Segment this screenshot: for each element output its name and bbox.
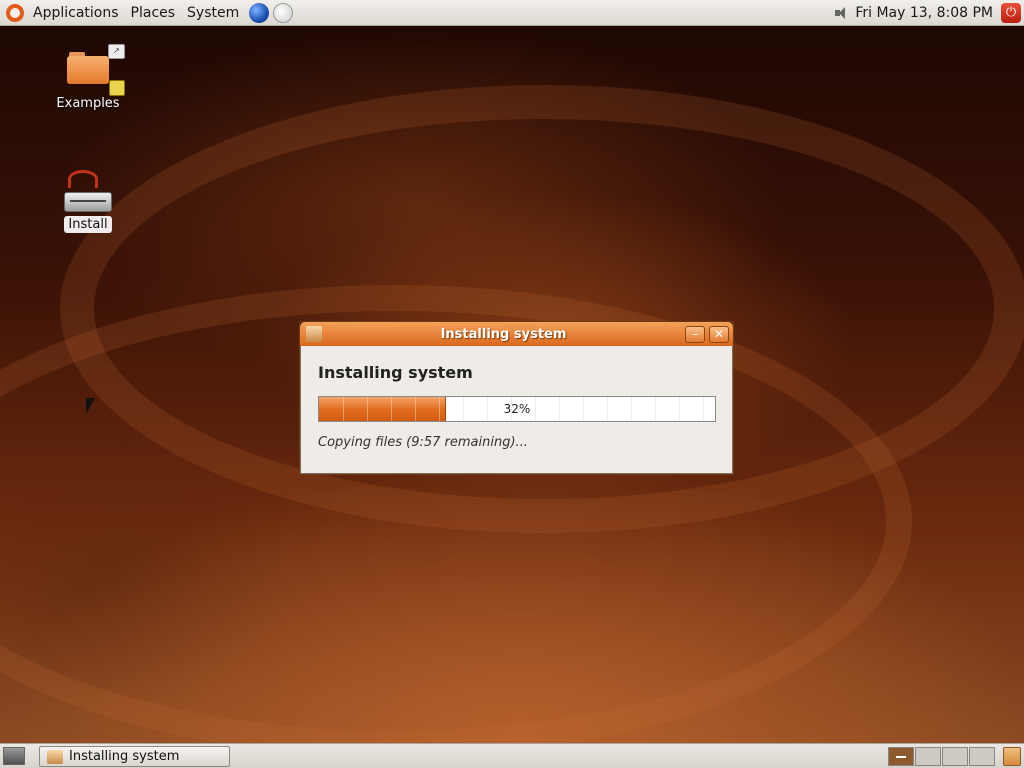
menu-system[interactable]: System: [181, 5, 245, 21]
bottom-panel: Installing system: [0, 743, 1024, 768]
show-desktop-icon[interactable]: [3, 747, 25, 765]
install-status-text: Copying files (9:57 remaining)...: [318, 435, 528, 450]
mail-client-icon[interactable]: [273, 2, 294, 23]
power-icon[interactable]: ⏻: [1001, 2, 1021, 23]
installer-app-icon: [306, 326, 322, 342]
trash-icon[interactable]: [1003, 747, 1021, 766]
dialog-body: Installing system 32% Copying files (9:5…: [300, 346, 733, 474]
mouse-pointer-icon: [86, 398, 95, 414]
workspace-4[interactable]: [969, 747, 995, 766]
dialog-titlebar[interactable]: Installing system – ✕: [300, 322, 733, 346]
install-progress-dialog: Installing system – ✕ Installing system …: [300, 322, 733, 474]
folder-icon: ↗: [67, 44, 125, 96]
menu-places[interactable]: Places: [125, 5, 182, 21]
taskbar-button-installing-system[interactable]: Installing system: [39, 746, 230, 767]
link-badge-icon: ↗: [108, 44, 125, 59]
volume-icon[interactable]: [835, 6, 851, 20]
taskbar-button-label: Installing system: [69, 749, 180, 764]
lock-badge-icon: [109, 80, 125, 96]
desktop-icon-label: Install: [64, 216, 112, 233]
progress-percent: 32%: [503, 402, 531, 416]
clock[interactable]: Fri May 13, 8:08 PM: [855, 5, 993, 21]
workspace-2[interactable]: [915, 747, 941, 766]
dialog-title: Installing system: [440, 326, 567, 342]
desktop-icon-examples[interactable]: ↗ Examples: [48, 44, 128, 111]
minimize-button[interactable]: –: [685, 325, 705, 343]
menu-applications[interactable]: Applications: [27, 5, 125, 21]
workspace-3[interactable]: [942, 747, 968, 766]
web-browser-icon[interactable]: [249, 2, 270, 23]
close-button[interactable]: ✕: [709, 325, 729, 343]
installer-app-icon: [47, 749, 63, 764]
desktop-icon-install[interactable]: Install: [48, 170, 128, 233]
desktop-icon-label: Examples: [56, 96, 120, 111]
install-progress-bar: 32%: [318, 396, 716, 422]
ubuntu-logo-icon[interactable]: [6, 3, 24, 22]
disk-install-icon: [64, 170, 112, 214]
dialog-heading: Installing system: [318, 363, 473, 382]
workspace-1[interactable]: [888, 747, 914, 766]
top-panel: Applications Places System Fri May 13, 8…: [0, 0, 1024, 26]
